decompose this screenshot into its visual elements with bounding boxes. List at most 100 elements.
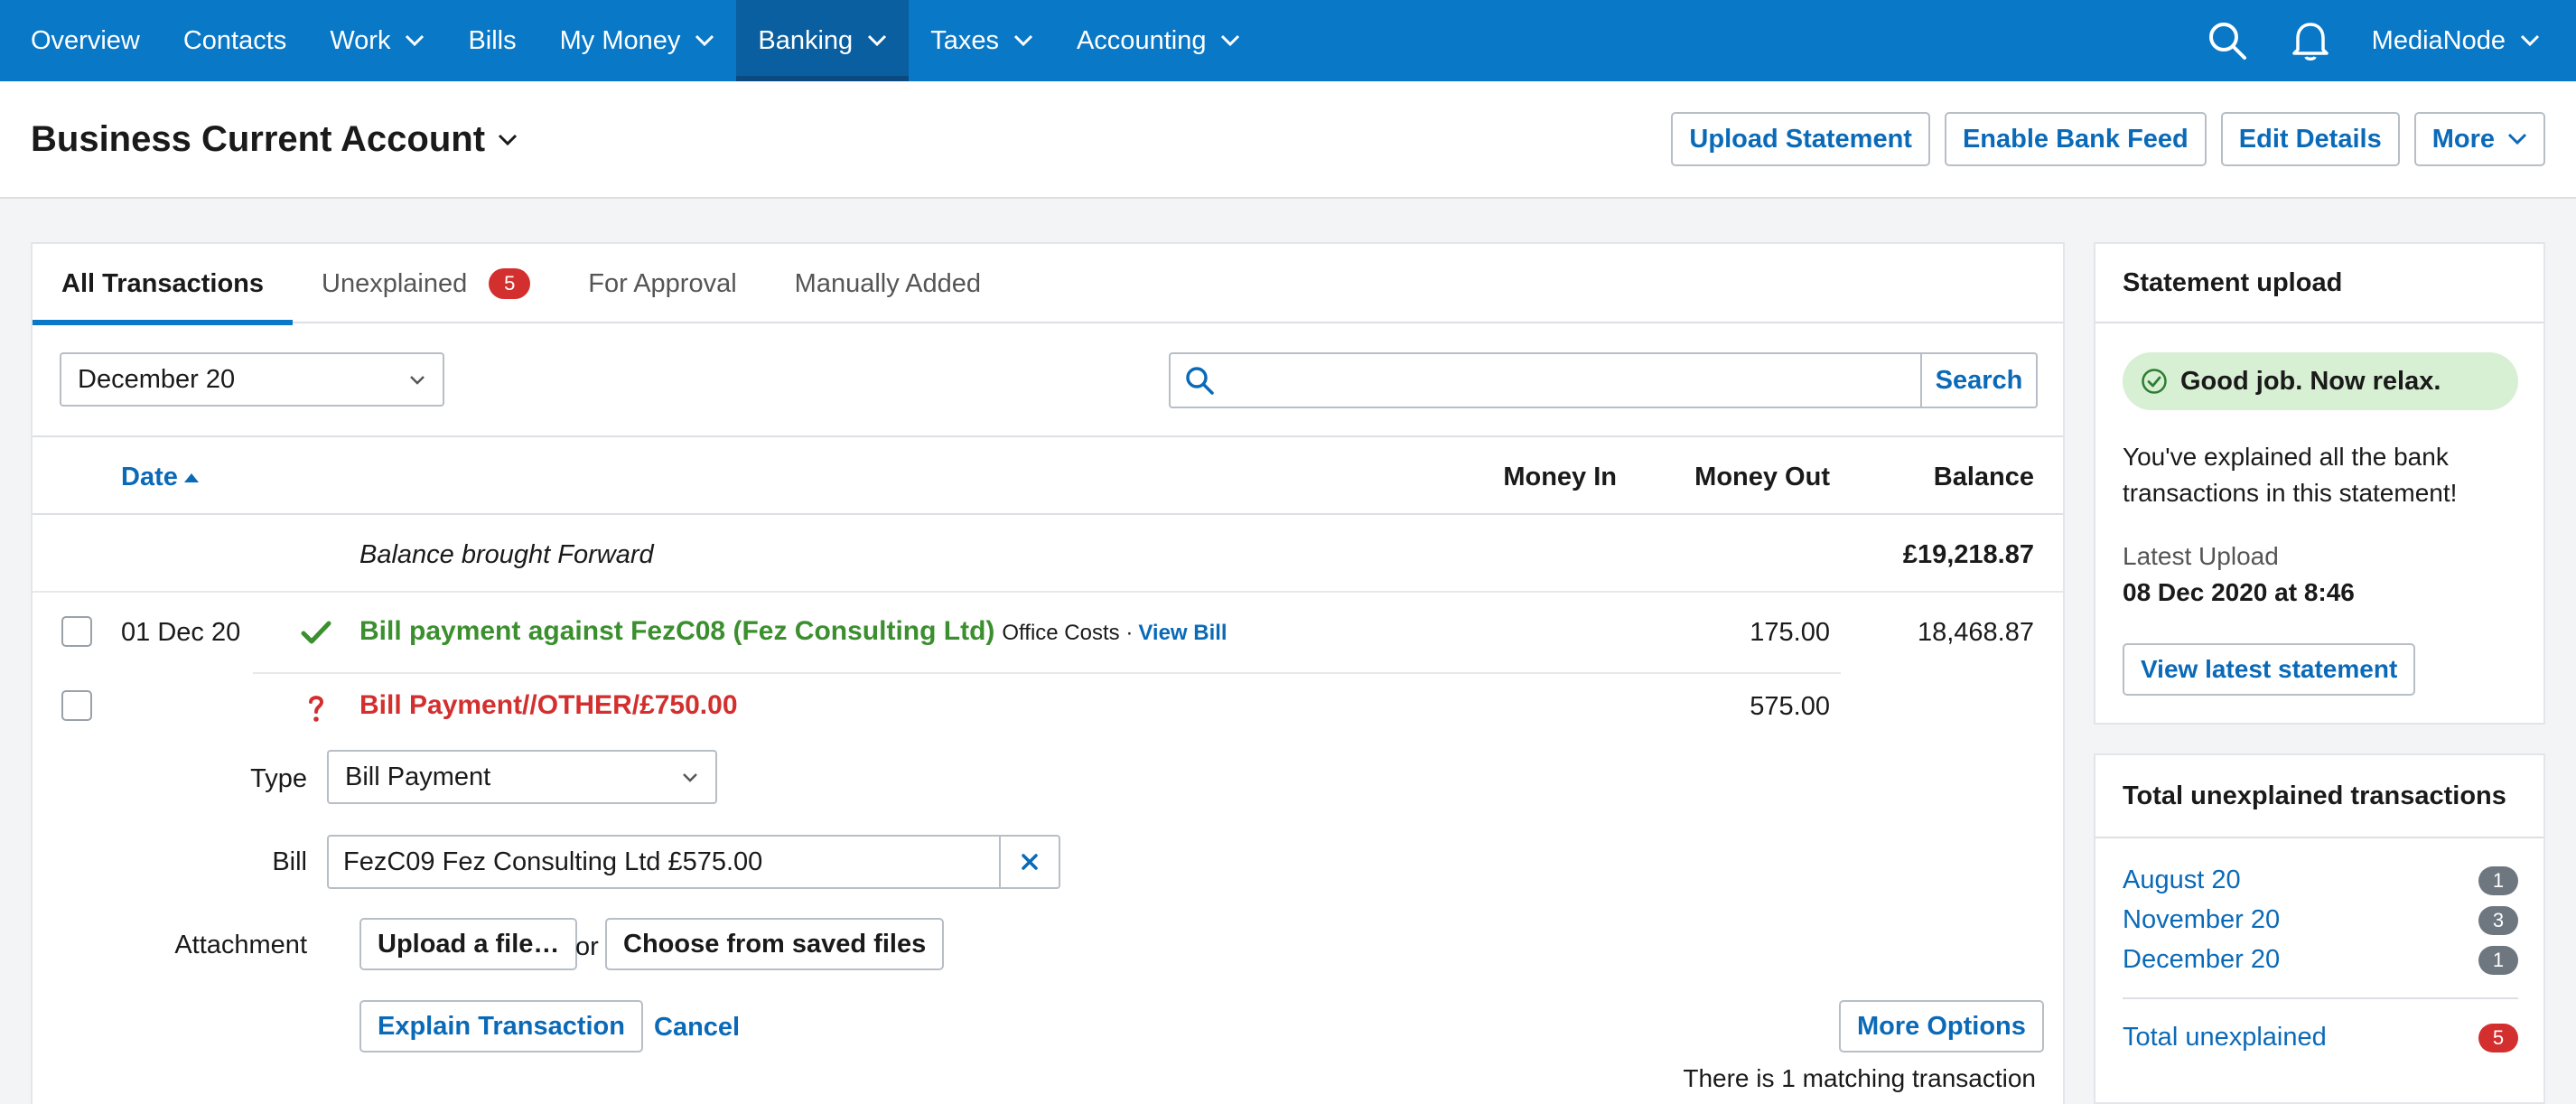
list-item: August 20 1 <box>2123 865 2518 895</box>
upload-statement-button[interactable]: Upload Statement <box>1671 112 1930 166</box>
chevron-down-icon <box>2507 133 2527 145</box>
nav-my-money[interactable]: My Money <box>538 0 737 81</box>
transaction-category: Office Costs · <box>1002 621 1134 645</box>
list-item: November 20 3 <box>2123 905 2518 935</box>
type-select[interactable]: Bill Payment <box>327 750 717 804</box>
attachment-label: Attachment <box>174 931 307 959</box>
transaction-date: 01 Dec 20 <box>121 618 241 647</box>
tab-for-approval[interactable]: For Approval <box>559 244 765 323</box>
divider <box>2123 997 2518 999</box>
search-box: Search <box>1169 352 2038 408</box>
tab-unexplained[interactable]: Unexplained 5 <box>293 244 559 323</box>
nav-label: My Money <box>559 25 681 55</box>
row-checkbox[interactable] <box>61 616 92 647</box>
chevron-down-icon <box>406 34 425 47</box>
transaction-title[interactable]: Bill Payment//OTHER/£750.00 <box>359 690 738 721</box>
cancel-link[interactable]: Cancel <box>654 1013 740 1043</box>
bill-value: FezC09 Fez Consulting Ltd £575.00 <box>343 847 763 876</box>
nav-label: Banking <box>758 25 854 55</box>
transaction-description: Bill Payment//OTHER/£750.00 <box>359 690 738 721</box>
filter-row: December 20 Search <box>33 323 2063 437</box>
nav-accounting[interactable]: Accounting <box>1055 0 1263 81</box>
edit-details-button[interactable]: Edit Details <box>2220 112 2400 166</box>
tab-manually-added[interactable]: Manually Added <box>766 244 1010 323</box>
upload-file-button[interactable]: Upload a file… <box>359 918 578 970</box>
transaction-description: Bill payment against FezC08 (Fez Consult… <box>359 616 1227 647</box>
chevron-down-icon <box>410 376 425 385</box>
user-name: MediaNode <box>2371 25 2506 55</box>
clear-bill-button[interactable] <box>999 837 1059 887</box>
tab-label: Manually Added <box>794 268 982 298</box>
tab-label: All Transactions <box>61 268 265 298</box>
period-select[interactable]: December 20 <box>60 352 444 407</box>
sort-ascending-icon <box>183 472 199 482</box>
header-actions: Upload Statement Enable Bank Feed Edit D… <box>1671 112 2545 166</box>
or-text: or <box>575 932 599 961</box>
balance-value: 18,468.87 <box>1917 618 2034 647</box>
chevron-down-icon <box>1221 34 1240 47</box>
user-menu[interactable]: MediaNode <box>2372 26 2540 56</box>
total-unexplained-link[interactable]: Total unexplained <box>2123 1023 2327 1053</box>
money-out-header: Money Out <box>1694 463 1830 491</box>
view-latest-statement-button[interactable]: View latest statement <box>2123 643 2416 696</box>
tab-all-transactions[interactable]: All Transactions <box>33 244 294 325</box>
success-banner: Good job. Now relax. <box>2123 352 2518 410</box>
bell-icon[interactable] <box>2289 19 2332 62</box>
enable-bank-feed-button[interactable]: Enable Bank Feed <box>1944 112 2207 166</box>
nav-label: Accounting <box>1076 25 1207 55</box>
bill-label: Bill <box>272 847 307 876</box>
transaction-title[interactable]: Bill payment against FezC08 (Fez Consult… <box>359 616 994 647</box>
explained-message: You've explained all the bank transactio… <box>2123 443 2458 507</box>
month-link[interactable]: November 20 <box>2123 905 2280 935</box>
total-unexplained-row: Total unexplained 5 <box>2123 1023 2518 1053</box>
nav-overview[interactable]: Overview <box>0 0 162 81</box>
table-row[interactable]: Bill Payment//OTHER/£750.00 575.00 <box>33 672 2063 752</box>
row-checkbox[interactable] <box>61 690 92 721</box>
unexplained-summary-card: Total unexplained transactions August 20… <box>2094 753 2545 1104</box>
nav-banking[interactable]: Banking <box>736 0 910 81</box>
search-icon <box>1171 354 1228 407</box>
page-title: Business Current Account <box>31 119 486 159</box>
nav-label: Work <box>330 25 391 55</box>
month-link[interactable]: December 20 <box>2123 945 2280 975</box>
total-count-badge: 5 <box>2478 1023 2518 1053</box>
month-link[interactable]: August 20 <box>2123 865 2241 895</box>
more-button[interactable]: More <box>2413 112 2545 166</box>
account-selector[interactable]: Business Current Account <box>31 119 518 160</box>
unexplained-summary-title: Total unexplained transactions <box>2095 755 2543 838</box>
more-options-button[interactable]: More Options <box>1839 1000 2044 1053</box>
latest-upload-value: 08 Dec 2020 at 8:46 <box>2123 578 2355 606</box>
chevron-down-icon <box>1013 34 1033 47</box>
more-label: More <box>2431 124 2495 154</box>
nav-contacts[interactable]: Contacts <box>162 0 308 81</box>
success-message: Good job. Now relax. <box>2180 366 2441 396</box>
balance-forward-value: £19,218.87 <box>1902 540 2034 569</box>
check-circle-icon <box>2142 369 2167 394</box>
bill-field[interactable]: FezC09 Fez Consulting Ltd £575.00 <box>327 835 1060 889</box>
search-input[interactable] <box>1228 354 1920 407</box>
search-icon[interactable] <box>2206 19 2249 62</box>
nav-label: Contacts <box>182 25 287 55</box>
nav-bills[interactable]: Bills <box>446 0 537 81</box>
search-button[interactable]: Search <box>1920 354 2036 407</box>
choose-saved-files-button[interactable]: Choose from saved files <box>605 918 945 970</box>
table-row[interactable]: 01 Dec 20 Bill payment against FezC08 (F… <box>33 593 2063 674</box>
chevron-down-icon <box>868 34 887 47</box>
close-icon <box>1022 854 1038 870</box>
chevron-down-icon <box>498 134 518 145</box>
nav-label: Bills <box>468 25 517 55</box>
month-count-badge: 1 <box>2478 945 2518 975</box>
nav-work[interactable]: Work <box>308 0 446 81</box>
nav-taxes[interactable]: Taxes <box>909 0 1055 81</box>
date-column-header[interactable]: Date <box>121 463 200 492</box>
nav-label: Taxes <box>930 25 999 55</box>
type-label: Type <box>250 764 307 793</box>
question-mark-icon <box>309 696 324 722</box>
view-bill-link[interactable]: View Bill <box>1138 621 1227 646</box>
money-out-value: 175.00 <box>1750 618 1830 647</box>
chevron-down-icon <box>2520 34 2540 47</box>
money-out-value: 575.00 <box>1750 692 1830 721</box>
money-in-header: Money In <box>1503 463 1617 491</box>
type-value: Bill Payment <box>345 762 491 791</box>
explain-transaction-button[interactable]: Explain Transaction <box>359 1000 643 1053</box>
